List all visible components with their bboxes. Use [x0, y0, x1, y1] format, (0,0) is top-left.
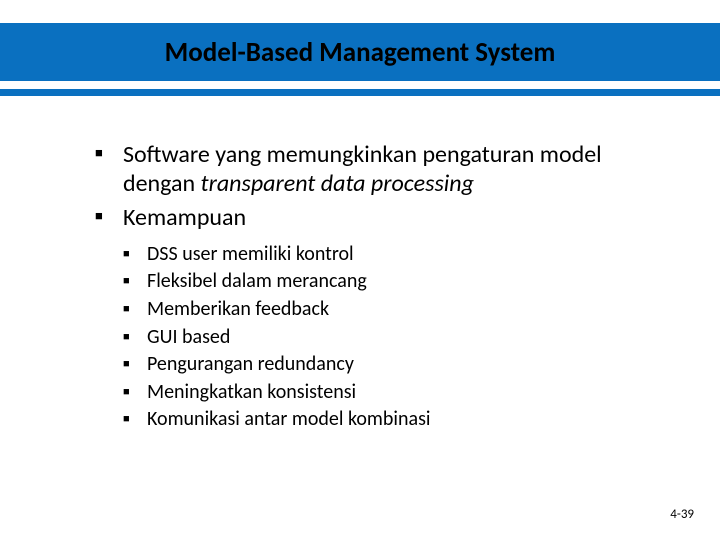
title-band-accent	[0, 89, 720, 96]
slide-title: Model-Based Management System	[0, 23, 720, 81]
bullet-text: transparent data processing	[201, 169, 474, 198]
sub-bullet-item: Memberikan feedback	[123, 297, 660, 323]
sub-bullet-item: Fleksibel dalam merancang	[123, 269, 660, 295]
sub-bullet-item: Komunikasi antar model kombinasi	[123, 407, 660, 433]
bullet-item: Software yang memungkinkan pengaturan mo…	[95, 140, 660, 199]
bullet-list-main: Software yang memungkinkan pengaturan mo…	[95, 140, 660, 433]
bullet-item: Kemampuan	[95, 203, 660, 232]
footer-page-number: 4-39	[670, 507, 694, 522]
sub-bullet-item: Meningkatkan konsistensi	[123, 380, 660, 406]
sub-bullet-item: DSS user memiliki kontrol	[123, 242, 660, 268]
content-area: Software yang memungkinkan pengaturan mo…	[95, 140, 660, 435]
sub-bullet-item: Pengurangan redundancy	[123, 352, 660, 378]
sub-bullet-item: GUI based	[123, 325, 660, 351]
bullet-text: Kemampuan	[123, 203, 246, 232]
bullet-list-sub: DSS user memiliki kontrolFleksibel dalam…	[123, 242, 660, 433]
